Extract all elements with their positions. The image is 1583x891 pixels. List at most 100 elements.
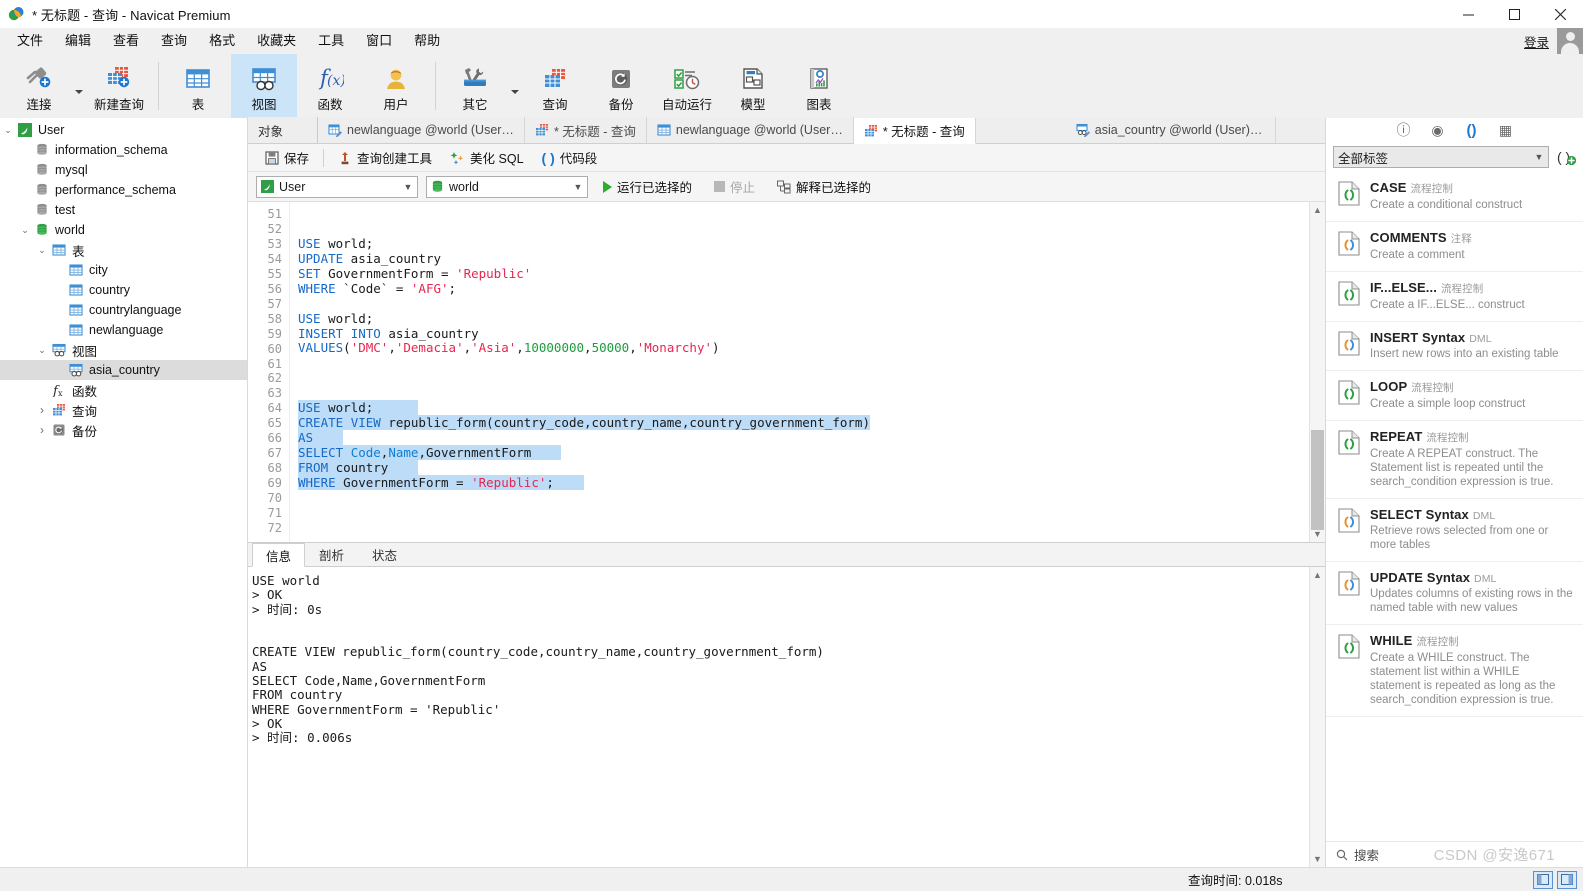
info-icon[interactable]: ⓘ (1395, 121, 1413, 139)
chevron-down-icon[interactable]: ⌄ (17, 225, 33, 236)
code-line[interactable]: AS (298, 430, 1309, 446)
chevron-right-icon[interactable]: › (34, 403, 50, 417)
code-line[interactable] (298, 207, 1309, 222)
results-tab-0[interactable]: 信息 (252, 543, 306, 567)
code-line[interactable] (298, 356, 1309, 371)
toolbar-chart[interactable]: 图表 (786, 54, 852, 118)
grid-icon[interactable]: ▦ (1497, 121, 1515, 139)
editor-tab-2[interactable]: * 无标题 - 查询 (525, 117, 647, 143)
code-line[interactable] (298, 386, 1309, 401)
editor-vertical-scrollbar[interactable]: ▲ ▼ (1309, 202, 1325, 542)
run-selected-button[interactable]: 运行已选择的 (596, 176, 699, 198)
tree-node--[interactable]: › 备份 (0, 420, 247, 440)
results-tab-2[interactable]: 状态 (358, 542, 411, 566)
toolbar-user[interactable]: 用户 (363, 54, 429, 118)
database-select[interactable]: world ▼ (426, 175, 588, 198)
snippet-item[interactable]: REPEAT 流程控制 Create A REPEAT construct. The… (1326, 421, 1583, 499)
scroll-up-arrow[interactable]: ▲ (1310, 202, 1325, 218)
panel-toggle-left-icon[interactable] (1533, 870, 1553, 889)
tree-node-mysql[interactable]: mysql (0, 160, 247, 180)
chevron-down-icon[interactable]: ⌄ (34, 345, 50, 356)
tree-node-country[interactable]: country (0, 280, 247, 300)
chevron-down-icon[interactable]: ⌄ (0, 125, 16, 136)
code-line[interactable] (298, 506, 1309, 521)
query-builder-button[interactable]: 查询创建工具 (329, 147, 441, 169)
other-tools-dropdown-caret[interactable] (508, 54, 522, 118)
code-line[interactable] (298, 371, 1309, 386)
snippet-search[interactable]: 搜索 (1326, 841, 1583, 867)
snippet-item[interactable]: UPDATE Syntax DML Updates columns of exist… (1326, 562, 1583, 625)
explain-selected-button[interactable]: 解释已选择的 (770, 176, 878, 198)
code-line[interactable]: WHERE `Code` = 'AFG'; (298, 281, 1309, 297)
code-line[interactable]: SET GovernmentForm = 'Republic' (298, 266, 1309, 282)
code-line[interactable]: USE world; (298, 311, 1309, 327)
results-scroll-up-arrow[interactable]: ▲ (1310, 567, 1325, 583)
snippet-tag-filter[interactable]: 全部标签 ▼ (1333, 146, 1549, 168)
tree-node-asia_country[interactable]: asia_country (0, 360, 247, 380)
tree-node-test[interactable]: test (0, 200, 247, 220)
maximize-button[interactable] (1491, 0, 1537, 28)
tree-node-newlanguage[interactable]: newlanguage (0, 320, 247, 340)
menu-tools[interactable]: 工具 (307, 28, 355, 54)
toolbar-backup[interactable]: 备份 (588, 54, 654, 118)
tree-node-performance_schema[interactable]: performance_schema (0, 180, 247, 200)
connection-select[interactable]: User ▼ (256, 175, 418, 198)
preview-eye-icon[interactable]: ◉ (1429, 121, 1447, 139)
menu-format[interactable]: 格式 (198, 28, 246, 54)
toolbar-query[interactable]: 查询 (522, 54, 588, 118)
add-snippet-icon[interactable]: ( ) (1555, 149, 1577, 166)
snippet-item[interactable]: COMMENTS 注释 Create a comment (1326, 222, 1583, 272)
tree-node-information_schema[interactable]: information_schema (0, 140, 247, 160)
code-line[interactable]: SELECT Code,Name,GovernmentForm (298, 445, 1309, 461)
tree-node--[interactable]: ⌄ 表 (0, 240, 247, 260)
code-line[interactable] (298, 222, 1309, 237)
toolbar-function[interactable]: f (x) 函数 (297, 54, 363, 118)
tree-node--[interactable]: › 查询 (0, 400, 247, 420)
snippet-item[interactable]: INSERT Syntax DML Insert new rows into an … (1326, 322, 1583, 371)
menu-file[interactable]: 文件 (6, 28, 54, 54)
code-line[interactable] (298, 297, 1309, 312)
chevron-right-icon[interactable]: › (34, 423, 50, 437)
tree-node--[interactable]: f x 函数 (0, 380, 247, 400)
code-line[interactable]: WHERE GovernmentForm = 'Republic'; (298, 474, 1309, 491)
menu-help[interactable]: 帮助 (403, 28, 451, 54)
snippet-item[interactable]: LOOP 流程控制 Create a simple loop construct (1326, 371, 1583, 421)
object-tree-sidebar[interactable]: ⌄ User information_schema mysql performance_… (0, 118, 248, 867)
panel-toggle-right-icon[interactable] (1557, 870, 1577, 889)
tree-node-user[interactable]: ⌄ User (0, 120, 247, 140)
minimize-button[interactable] (1445, 0, 1491, 28)
save-button[interactable]: 保存 (256, 147, 318, 169)
editor-tab-3[interactable]: newlanguage @world (User… (647, 117, 854, 143)
snippet-list[interactable]: CASE 流程控制 Create a conditional construct CO… (1326, 172, 1583, 841)
code-snippet-icon[interactable]: () (1463, 121, 1481, 139)
close-button[interactable] (1537, 0, 1583, 28)
toolbar-other-tools[interactable]: 其它 (442, 54, 508, 118)
snippet-item[interactable]: WHILE 流程控制 Create a WHILE construct. The s… (1326, 625, 1583, 717)
toolbar-table[interactable]: 表 (165, 54, 231, 118)
code-line[interactable] (298, 491, 1309, 506)
results-tab-1[interactable]: 剖析 (305, 542, 358, 566)
snippet-item[interactable]: CASE 流程控制 Create a conditional construct (1326, 172, 1583, 222)
editor-tab-0[interactable]: 对象 (248, 117, 318, 143)
editor-tab-1[interactable]: newlanguage @world (User… (318, 117, 525, 143)
toolbar-connection[interactable]: 连接 (6, 54, 72, 118)
code-line[interactable]: INSERT INTO asia_country (298, 326, 1309, 342)
sql-editor[interactable]: 51 52 53 54 55 56 57 58 59 60 61 62 63 64 65 66 67 68 69 70… (248, 202, 1309, 542)
beautify-sql-button[interactable]: 美化 SQL (441, 147, 533, 169)
code-line[interactable]: CREATE VIEW republic_form(country_code,c… (298, 415, 1309, 431)
code-line[interactable]: USE world; (298, 400, 1309, 416)
snippet-item[interactable]: IF...ELSE... 流程控制 Create a IF...ELSE... co… (1326, 272, 1583, 322)
snippet-item[interactable]: SELECT Syntax DML Retrieve rows selected f… (1326, 499, 1583, 562)
scrollbar-thumb[interactable] (1311, 430, 1324, 530)
editor-tab-4[interactable]: * 无标题 - 查询 (853, 118, 976, 144)
code-line[interactable]: FROM country (298, 459, 1309, 476)
menu-query[interactable]: 查询 (150, 28, 198, 54)
toolbar-new-query[interactable]: 新建查询 (86, 54, 152, 118)
menu-window[interactable]: 窗口 (355, 28, 403, 54)
chevron-down-icon[interactable]: ⌄ (34, 245, 50, 256)
stop-button[interactable]: 停止 (707, 176, 762, 198)
toolbar-automation[interactable]: 自动运行 (654, 54, 720, 118)
avatar[interactable] (1557, 28, 1583, 54)
results-scroll-down-arrow[interactable]: ▼ (1310, 851, 1325, 867)
code-line[interactable]: UPDATE asia_country (298, 251, 1309, 267)
